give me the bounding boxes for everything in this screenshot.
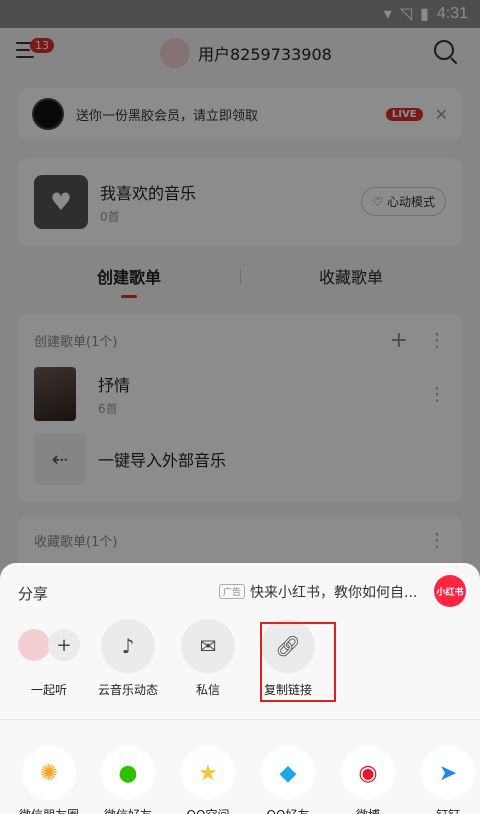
private-message-button[interactable]: ✉ 私信 (168, 619, 248, 698)
wechat-friend-button[interactable]: ● 微信好友 (88, 746, 168, 814)
ad-text[interactable]: 快来小红书，教你如何自... (250, 582, 426, 602)
dingtalk-button[interactable]: ➤ 钉钉 (408, 746, 480, 814)
action-label: 一起听 (30, 683, 67, 697)
qq-icon: ◆ (261, 746, 315, 800)
share-apps: ✺ 微信朋友圈 ● 微信好友 ★ QQ空间 ◆ QQ好友 ◉ 微博 ➤ 钉钉 (0, 746, 480, 814)
cloud-music-feed-button[interactable]: ♪ 云音乐动态 (88, 619, 168, 698)
share-sheet: 分享 广告 快来小红书，教你如何自... 小红书 + 一起听 ♪ 云音乐动态 ✉… (0, 563, 480, 814)
app-label: 微博 (328, 806, 408, 814)
avatar (18, 629, 50, 661)
weibo-button[interactable]: ◉ 微博 (328, 746, 408, 814)
app-label: QQ空间 (168, 806, 248, 814)
action-label: 私信 (195, 683, 220, 697)
action-label: 云音乐动态 (97, 683, 158, 697)
share-title: 分享 (18, 585, 49, 603)
divider (0, 719, 480, 720)
qq-friend-button[interactable]: ◆ QQ好友 (248, 746, 328, 814)
app-label: 微信朋友圈 (9, 806, 89, 814)
music-note-icon: ♪ (101, 619, 155, 673)
listen-together-button[interactable]: + 一起听 (9, 619, 89, 698)
app-label: 微信好友 (88, 806, 168, 814)
weibo-icon: ◉ (341, 746, 395, 800)
qzone-button[interactable]: ★ QQ空间 (168, 746, 248, 814)
wechat-icon: ● (101, 746, 155, 800)
qzone-icon: ★ (181, 746, 235, 800)
dingtalk-icon: ➤ (421, 746, 475, 800)
ad-tag: 广告 (219, 584, 246, 599)
plus-icon: + (48, 629, 80, 661)
wechat-moments-button[interactable]: ✺ 微信朋友圈 (9, 746, 89, 814)
copy-link-highlight (260, 622, 336, 702)
envelope-icon: ✉ (181, 619, 235, 673)
app-label: QQ好友 (248, 806, 328, 814)
xiaohongshu-logo[interactable]: 小红书 (434, 575, 466, 607)
app-label: 钉钉 (408, 806, 480, 814)
wechat-moments-icon: ✺ (22, 746, 76, 800)
share-actions: + 一起听 ♪ 云音乐动态 ✉ 私信 🔗︎ 复制链接 (0, 619, 480, 719)
